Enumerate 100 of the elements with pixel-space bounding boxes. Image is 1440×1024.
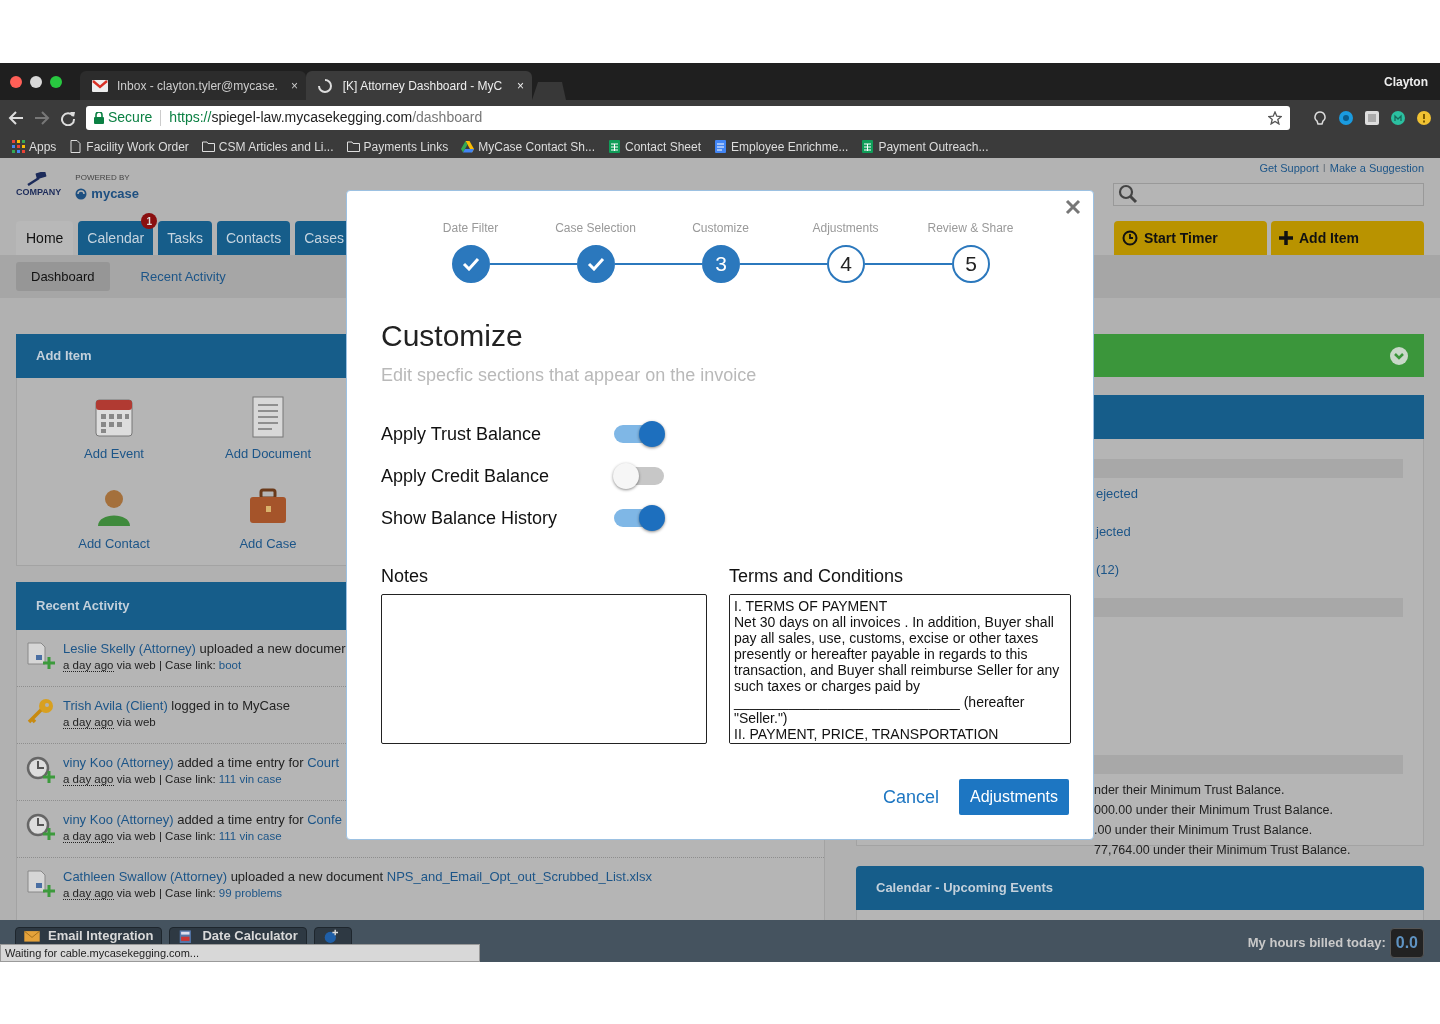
spreadsheet-icon [861, 140, 875, 153]
time-ago: a day ago [63, 887, 114, 900]
lightbulb-icon[interactable] [1312, 109, 1328, 126]
alert-text: 000.00 under their Minimum Trust Balance. [1094, 803, 1333, 817]
close-tab[interactable]: × [517, 76, 524, 95]
window-control-icon[interactable] [50, 75, 62, 88]
address-bar[interactable]: Secure https://spiegel-law.mycasekegging.com/dashboard [86, 105, 1290, 130]
nav-tab[interactable]: Contacts [217, 221, 291, 255]
add-item-link[interactable]: Add Case [191, 485, 345, 553]
close-button[interactable] [1065, 199, 1081, 215]
bookmark-link[interactable]: Facility Work Order [86, 137, 189, 156]
document-icon [714, 140, 728, 153]
close-tab[interactable]: × [291, 76, 298, 95]
support-link[interactable]: Make a Suggestion [1329, 160, 1424, 177]
item-link[interactable]: Confe [307, 812, 342, 827]
browser-tab[interactable]: [K] Attorney Dashboard - MyC × [306, 71, 532, 100]
bookmark-link[interactable]: CSM Articles and Li... [218, 137, 334, 156]
bookmark-link[interactable]: MyCase Contact Sh... [478, 137, 595, 156]
powered-by-label: POWERED BY [75, 172, 131, 184]
folder-icon [346, 140, 360, 153]
bookmark-link[interactable]: Apps [29, 137, 57, 156]
alert-link[interactable]: ejected [1096, 486, 1138, 501]
mycase-logo-icon [75, 187, 88, 200]
time-ago: a day ago [63, 659, 114, 672]
extension-icon[interactable] [1338, 109, 1354, 126]
bookmark-star-icon[interactable] [1268, 110, 1282, 125]
bookmark-link[interactable]: Contact Sheet [624, 137, 702, 156]
alert-link[interactable]: (12) [1096, 562, 1120, 577]
panel-header: Calendar - Upcoming Events [856, 866, 1424, 910]
terms-field[interactable]: I. TERMS OF PAYMENT Net 30 days on all invoices . In addition, Buyer shall pay all sales, use, customs, excise or other taxes presently or hereafter payable in regards to this transaction, and Buyer shall reimburse Seller for any such taxes or charges paid by _____________________________ (hereafter "Seller.") II. PAYMENT, PRICE, TRANSPORTATION [729, 594, 1071, 744]
activity-text: Trish Avila (Client) logged in to MyCase [63, 697, 290, 714]
subnav-tab[interactable]: Recent Activity [125, 261, 241, 292]
spreadsheet-icon [607, 140, 621, 153]
user-link[interactable]: Leslie Skelly (Attorney) [63, 641, 196, 656]
time-ago: a day ago [63, 716, 114, 729]
user-link[interactable]: viny Koo (Attorney) [63, 812, 174, 827]
alert-text: 77,764.00 under their Minimum Trust Balance. [1094, 843, 1351, 857]
search-field[interactable] [1113, 182, 1424, 206]
toggle-label: Apply Credit Balance [381, 464, 551, 488]
case-link[interactable]: boot [218, 659, 242, 671]
clock-add-icon [25, 811, 55, 841]
bookmark-link[interactable]: Payment Outreach... [878, 137, 989, 156]
profile-name[interactable]: Clayton [1384, 72, 1440, 91]
alert-link[interactable]: jected [1096, 524, 1131, 539]
activity-meta: a day ago via web [63, 715, 157, 731]
user-link[interactable]: Cathleen Swallow (Attorney) [63, 869, 228, 884]
document-add-icon [25, 868, 55, 898]
item-link[interactable]: Court [307, 755, 340, 770]
user-link[interactable]: Trish Avila (Client) [63, 698, 168, 713]
case-link[interactable]: 111 vin case [218, 830, 282, 842]
browser-tab[interactable]: Inbox - clayton.tyler@mycase. × [80, 71, 306, 100]
add-item-link[interactable]: Add Event [37, 396, 191, 464]
case-link[interactable]: 99 problems [218, 887, 283, 899]
support-link[interactable]: Get Support [1259, 160, 1319, 177]
toggle-switch[interactable] [613, 420, 667, 448]
link-separator: I [1322, 161, 1326, 176]
alert-icon[interactable] [1416, 109, 1432, 126]
user-link[interactable]: viny Koo (Attorney) [63, 755, 174, 770]
step-marker[interactable]: 4 [827, 245, 865, 283]
url-text: https://spiegel-law.mycasekegging.com/dashboard [169, 108, 483, 127]
reload-icon[interactable] [60, 109, 76, 126]
next-button[interactable]: Adjustments [958, 779, 1069, 815]
window-control-icon[interactable] [30, 75, 42, 88]
step-marker[interactable] [452, 245, 490, 283]
nav-tab[interactable]: Tasks [158, 221, 212, 255]
back-icon[interactable] [8, 109, 24, 126]
cancel-link[interactable]: Cancel [882, 783, 939, 811]
add-item-link[interactable]: Add Contact [37, 485, 191, 553]
extension-icon[interactable] [1390, 109, 1406, 126]
step-label: Customize [691, 220, 750, 237]
action-button[interactable]: Start Timer [1114, 221, 1267, 255]
step-label: Date Filter [441, 220, 500, 237]
bookmark-link[interactable]: Employee Enrichme... [731, 137, 849, 156]
hours-label: My hours billed today: [1247, 934, 1386, 953]
collapse-icon[interactable] [1390, 346, 1408, 365]
time-ago: a day ago [63, 773, 114, 786]
step-marker[interactable] [577, 245, 615, 283]
step-marker[interactable]: 5 [952, 245, 990, 283]
item-link[interactable]: NPS_and_Email_Opt_out_Scrubbed_List.xlsx [386, 869, 652, 884]
nav-tab[interactable]: Home [16, 221, 74, 255]
extension-icon[interactable] [1364, 109, 1380, 126]
step-label: Adjustments [811, 220, 880, 237]
forward-icon[interactable] [34, 109, 50, 126]
window-control-icon[interactable] [10, 75, 22, 88]
subnav-tab[interactable]: Dashboard [16, 261, 110, 292]
notification-badge: 1 [141, 213, 158, 229]
bookmark-link[interactable]: Payments Links [363, 137, 449, 156]
action-button[interactable]: Add Item [1271, 221, 1424, 255]
activity-text: Cathleen Swallow (Attorney) uploaded a new document NPS_and_Email_Opt_out_Scrubbed_List.xlsx [63, 868, 652, 885]
add-item-link[interactable]: Add Document [191, 396, 345, 464]
activity-meta: a day ago via web | Case link: 111 vin case [63, 829, 283, 845]
security-label: Secure [108, 108, 153, 127]
toggle-switch[interactable] [613, 504, 667, 532]
activity-meta: a day ago via web | Case link: 111 vin case [63, 772, 283, 788]
notes-field[interactable] [381, 594, 707, 744]
check-icon [587, 257, 605, 271]
hours-value: 0.0 [1389, 928, 1424, 958]
step-marker[interactable]: 3 [702, 245, 740, 283]
calendar-icon [94, 396, 134, 438]
case-link[interactable]: 111 vin case [218, 773, 282, 785]
